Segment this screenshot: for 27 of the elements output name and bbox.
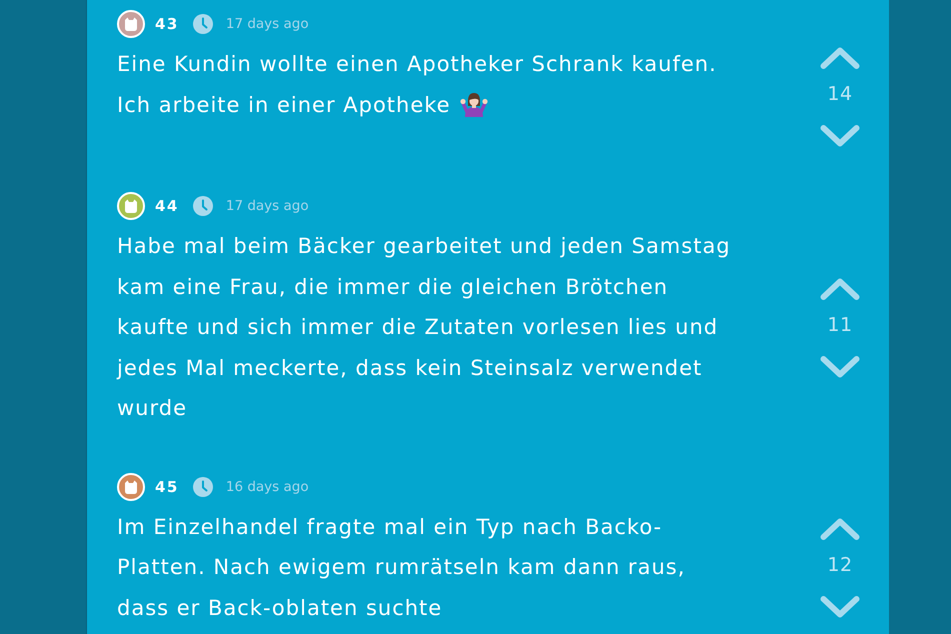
author-number: 44 — [155, 197, 179, 215]
clock-icon — [192, 476, 213, 496]
post-time: 16 days ago — [226, 478, 309, 496]
downvote-button[interactable] — [820, 595, 860, 620]
post-text: Habe mal beim Bäcker gearbeitet und jeden Samstag kam eine Frau, die immer die gleichen Brötchen kaufte und sich immer die Zutaten vorlesen lies und jedes Mal meckerte, dass kein Steinsalz verwendet wurde — [117, 234, 731, 420]
chevron-up-icon — [820, 46, 860, 70]
vote-count: 11 — [827, 313, 853, 338]
post-text: Im Einzelhandel fragte mal ein Typ nach Backo-Platten. Nach ewigem rumrätseln kam dann raus, dass er Back-oblaten suchte — [117, 514, 686, 620]
chevron-up-icon — [820, 517, 860, 542]
chevron-up-icon — [820, 277, 860, 302]
downvote-button[interactable] — [820, 124, 860, 148]
downvote-button[interactable] — [820, 355, 860, 380]
chevron-down-icon — [820, 595, 860, 620]
upvote-button[interactable] — [820, 277, 860, 302]
clock-icon — [192, 14, 213, 34]
author-number: 45 — [155, 478, 179, 496]
chevron-down-icon — [820, 124, 860, 148]
author-number: 43 — [155, 15, 179, 33]
upvote-button[interactable] — [820, 517, 860, 542]
clock-icon — [192, 196, 213, 216]
vote-count: 14 — [827, 82, 853, 107]
vote-count: 12 — [827, 553, 853, 578]
post-text: Eine Kundin wollte einen Apotheker Schrank kaufen. Ich arbeite in einer Apotheke — [117, 52, 717, 116]
post-time: 17 days ago — [226, 15, 309, 33]
chevron-down-icon — [820, 355, 860, 380]
post-time: 17 days ago — [226, 197, 309, 215]
upvote-button[interactable] — [820, 46, 860, 70]
